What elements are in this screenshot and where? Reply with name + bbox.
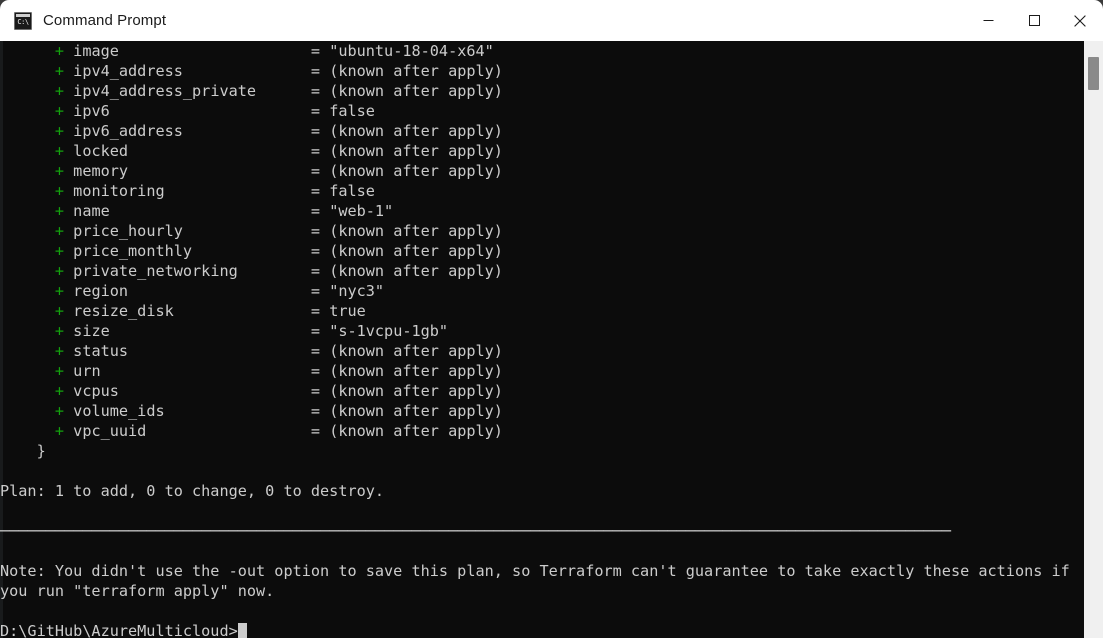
plan-summary: Plan: 1 to add, 0 to change, 0 to destro… — [0, 482, 385, 500]
terraform-attribute-row: + size = "s-1vcpu-1gb" — [54, 322, 449, 340]
terraform-attribute-row: + status = (known after apply) — [54, 342, 503, 360]
terraform-block-close: } — [0, 442, 46, 460]
terraform-attribute-row: + vpc_uuid = (known after apply) — [54, 422, 503, 440]
note-line: you run "terraform apply" now. — [0, 582, 275, 600]
terraform-attribute-row: + ipv4_address = (known after apply) — [54, 62, 503, 80]
terraform-attribute-row: + memory = (known after apply) — [54, 162, 503, 180]
command-prompt-line[interactable]: D:\GitHub\AzureMulticloud> — [0, 621, 1084, 638]
terraform-attribute-row: + resize_disk = true — [54, 302, 366, 320]
terraform-attribute-row: + ipv4_address_private = (known after ap… — [54, 82, 503, 100]
window-controls — [965, 0, 1103, 41]
terraform-attribute-row: + ipv6 = false — [54, 102, 375, 120]
terraform-attribute-row: + price_monthly = (known after apply) — [54, 242, 503, 260]
terraform-attribute-row: + private_networking = (known after appl… — [54, 262, 503, 280]
minimize-icon — [983, 20, 993, 21]
text-cursor — [237, 623, 247, 638]
note-line: Note: You didn't use the -out option to … — [0, 562, 1070, 580]
prompt-path: D:\GitHub\AzureMulticloud> — [0, 622, 238, 638]
terminal-output: + image = "ubuntu-18-04-x64" + ipv4_addr… — [0, 41, 1084, 638]
maximize-button[interactable] — [1011, 0, 1057, 41]
minimize-button[interactable] — [965, 0, 1011, 41]
terraform-attribute-row: + ipv6_address = (known after apply) — [54, 122, 503, 140]
terraform-attribute-row: + image = "ubuntu-18-04-x64" — [54, 42, 494, 60]
command-prompt-window: C:\ Command Prompt + image = "ubuntu-18-… — [0, 0, 1103, 638]
close-button[interactable] — [1057, 0, 1103, 41]
terraform-attribute-row: + urn = (known after apply) — [54, 362, 503, 380]
close-icon — [1074, 14, 1086, 27]
title-bar-left: C:\ Command Prompt — [0, 11, 167, 30]
title-bar[interactable]: C:\ Command Prompt — [0, 0, 1103, 41]
terraform-attribute-row: + name = "web-1" — [54, 202, 394, 220]
terraform-attribute-row: + region = "nyc3" — [54, 282, 385, 300]
terraform-attribute-row: + locked = (known after apply) — [54, 142, 503, 160]
cmd-prompt-icon: C:\ — [14, 11, 32, 30]
maximize-icon — [1028, 15, 1040, 26]
cmd-prompt-icon-glyph: C:\ — [17, 17, 29, 26]
terminal-console[interactable]: + image = "ubuntu-18-04-x64" + ipv4_addr… — [0, 41, 1103, 638]
terraform-attribute-row: + volume_ids = (known after apply) — [54, 402, 503, 420]
terraform-attribute-row: + price_hourly = (known after apply) — [54, 222, 503, 240]
window-title: Command Prompt — [43, 12, 167, 29]
terraform-attribute-row: + vcpus = (known after apply) — [54, 382, 503, 400]
terraform-attribute-row: + monitoring = false — [54, 182, 375, 200]
scrollbar-thumb[interactable] — [1088, 57, 1099, 90]
terminal-scrollbar[interactable] — [1084, 41, 1103, 638]
separator-rule: ────────────────────────────────────────… — [0, 522, 951, 540]
